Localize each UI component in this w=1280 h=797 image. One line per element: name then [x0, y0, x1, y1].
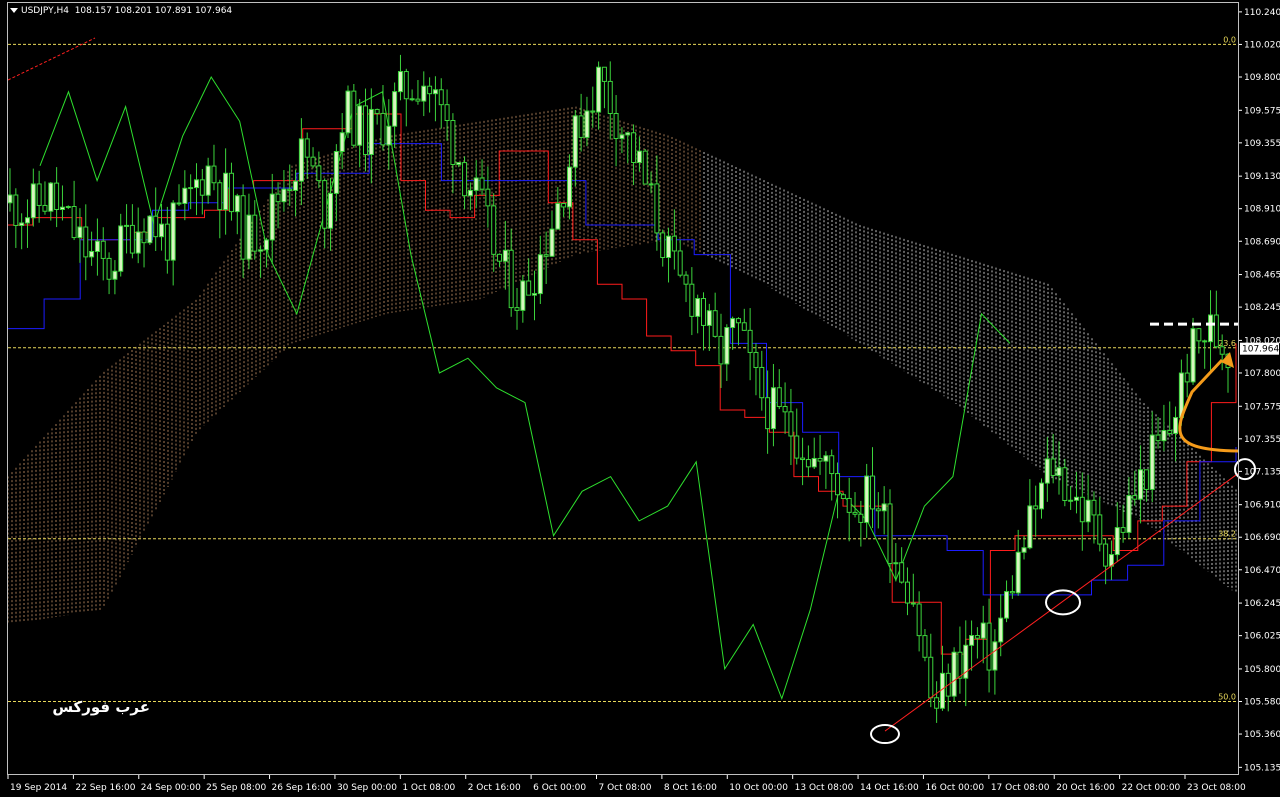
ohlc-values: 108.157 108.201 107.891 107.964: [74, 6, 233, 16]
time-tick-label: 1 Oct 08:00: [402, 783, 455, 793]
price-tick-label: 107.575: [1244, 402, 1280, 412]
time-tick-label: 25 Sep 08:00: [206, 783, 266, 793]
price-tick-label: 106.910: [1244, 501, 1280, 511]
price-tick-label: 105.800: [1244, 665, 1280, 675]
time-tick-label: 14 Oct 16:00: [860, 783, 919, 793]
time-tick-label: 26 Sep 16:00: [272, 783, 332, 793]
time-tick-label: 22 Sep 16:00: [75, 783, 135, 793]
price-tick-label: 107.800: [1244, 369, 1280, 379]
time-tick-label: 2 Oct 16:00: [468, 783, 521, 793]
current-price-label: 107.964: [1242, 345, 1279, 355]
price-tick-label: 105.135: [1244, 763, 1280, 773]
price-tick-label: 109.130: [1244, 172, 1280, 182]
time-tick-label: 7 Oct 08:00: [599, 783, 652, 793]
price-tick-label: 105.360: [1244, 730, 1280, 740]
price-tick-label: 105.580: [1244, 697, 1280, 707]
price-axis[interactable]: 110.240 110.020 109.800 109.575 109.355 109.1…: [1238, 8, 1280, 773]
price-tick-label: 108.690: [1244, 237, 1280, 247]
price-tick-label: 110.020: [1244, 40, 1280, 50]
price-tick-label: 109.800: [1244, 73, 1280, 83]
price-tick-label: 109.355: [1244, 139, 1280, 149]
time-tick-label: 19 Sep 2014: [10, 783, 67, 793]
time-tick-label: 6 Oct 00:00: [533, 783, 586, 793]
price-tick-label: 106.025: [1244, 632, 1280, 642]
time-axis[interactable]: 19 Sep 2014 22 Sep 16:00 24 Sep 00:00 25 Se…: [7, 774, 1246, 793]
chart-header[interactable]: USDJPY,H4 108.157 108.201 107.891 107.96…: [10, 4, 232, 18]
chart-window[interactable]: 0.0 23.6 38.2 50.0 110.240 110.020 109.800 109…: [0, 0, 1280, 797]
price-tick-label: 106.245: [1244, 599, 1280, 609]
time-tick-label: 13 Oct 08:00: [795, 783, 854, 793]
price-tick-label: 106.470: [1244, 566, 1280, 576]
symbol-label: USDJPY,H4: [21, 6, 69, 16]
price-tick-label: 108.910: [1244, 205, 1280, 215]
time-tick-label: 30 Sep 00:00: [337, 783, 397, 793]
price-tick-label: 108.245: [1244, 303, 1280, 313]
chevron-down-icon[interactable]: [10, 8, 18, 13]
time-tick-label: 23 Oct 08:00: [1187, 783, 1246, 793]
plot-frame: [7, 2, 1239, 775]
time-tick-label: 22 Oct 00:00: [1122, 783, 1181, 793]
time-tick-label: 17 Oct 08:00: [991, 783, 1050, 793]
time-tick-label: 20 Oct 16:00: [1056, 783, 1115, 793]
price-tick-label: 110.240: [1244, 8, 1280, 18]
price-tick-label: 108.465: [1244, 271, 1280, 281]
price-tick-label: 109.575: [1244, 106, 1280, 116]
time-tick-label: 16 Oct 00:00: [925, 783, 984, 793]
time-tick-label: 24 Sep 00:00: [141, 783, 201, 793]
time-tick-label: 8 Oct 16:00: [664, 783, 717, 793]
time-tick-label: 10 Oct 00:00: [729, 783, 788, 793]
price-tick-label: 106.690: [1244, 533, 1280, 543]
price-tick-label: 107.135: [1244, 467, 1280, 477]
price-tick-label: 107.355: [1244, 435, 1280, 445]
